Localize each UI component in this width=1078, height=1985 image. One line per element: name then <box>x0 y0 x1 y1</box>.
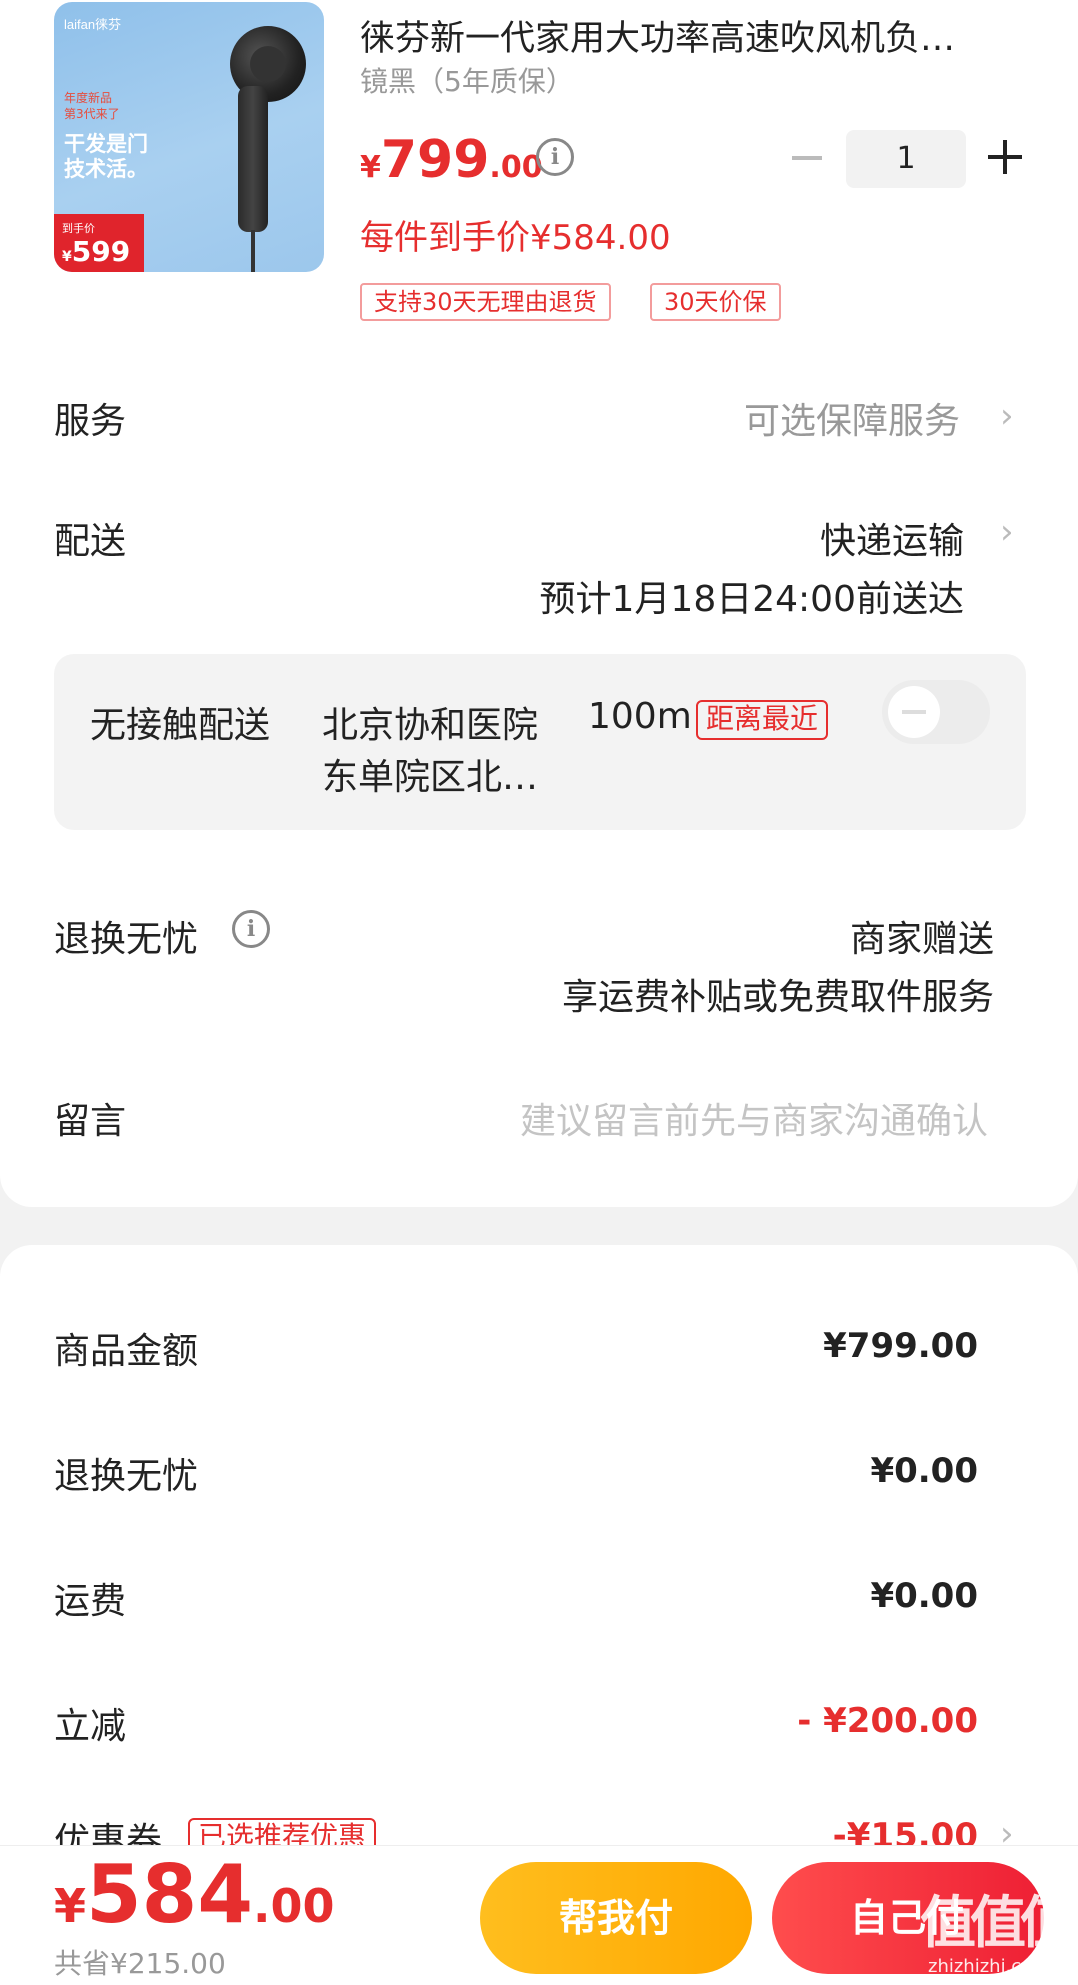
quantity-decrease-button[interactable] <box>792 156 822 160</box>
product-image[interactable]: laifan徕芬 年度新品 第3代来了 干发是门 技术活。 到手价 ¥599 <box>54 2 324 272</box>
summary-discount-value: - ¥200.00 <box>797 1701 978 1741</box>
image-line1: 年度新品 <box>64 91 113 105</box>
contactless-location-line2: 东单院区北… <box>322 757 539 798</box>
net-price: 每件到手价¥584.00 <box>360 218 671 258</box>
contactless-label: 无接触配送 <box>90 705 271 746</box>
summary-shipping-value: ¥0.00 <box>870 1576 978 1616</box>
help-pay-button[interactable]: 帮我付 <box>480 1862 752 1974</box>
summary-discount-label: 立减 <box>54 1706 127 1747</box>
contactless-toggle[interactable] <box>882 680 990 744</box>
image-slogan2: 技术活。 <box>64 157 148 181</box>
delivery-chevron-icon[interactable]: › <box>1000 512 1014 552</box>
price-protect-tag: 30天价保 <box>650 283 781 321</box>
quantity-input[interactable]: 1 <box>846 130 966 188</box>
image-slogan1: 干发是门 <box>64 132 148 156</box>
delivery-method[interactable]: 快递运输 <box>820 512 964 564</box>
delivery-label: 配送 <box>54 521 127 562</box>
summary-goods-label: 商品金额 <box>54 1331 199 1372</box>
service-label: 服务 <box>54 401 127 442</box>
image-line2: 第3代来了 <box>64 107 120 121</box>
price-info-icon[interactable]: i <box>536 138 574 176</box>
product-price: ¥799.00 <box>360 130 543 190</box>
summary-goods-value: ¥799.00 <box>823 1326 978 1366</box>
total-price: ¥584.00 <box>54 1848 335 1941</box>
message-input[interactable]: 建议留言前先与商家沟通确认 <box>520 1092 988 1144</box>
return-info-icon[interactable]: i <box>232 910 270 948</box>
contactless-location-line1: 北京协和医院 <box>322 705 539 746</box>
contactless-distance: 100m <box>588 696 692 737</box>
return-worry-free-value: 商家赠送 <box>849 919 994 960</box>
image-price-badge: 到手价 ¥599 <box>54 214 144 272</box>
total-saved: 共省¥215.00 <box>54 1947 226 1980</box>
return-worry-free-label: 退换无忧 <box>54 919 199 960</box>
product-title[interactable]: 徕芬新一代家用大功率高速吹风机负… <box>360 10 1025 61</box>
watermark-url: zhizhizhi.com <box>928 1956 1050 1977</box>
summary-return-label: 退换无忧 <box>54 1456 199 1497</box>
return-worry-free-desc: 享运费补贴或免费取件服务 <box>561 977 994 1018</box>
message-label: 留言 <box>54 1101 127 1142</box>
image-brand: laifan徕芬 <box>64 17 122 32</box>
service-value[interactable]: 可选保障服务 <box>744 392 960 444</box>
delivery-eta: 预计1月18日24:00前送达 <box>539 579 964 620</box>
product-spec[interactable]: 镜黑（5年质保） <box>360 60 574 100</box>
quantity-increase-button[interactable] <box>988 140 1022 174</box>
summary-return-value: ¥0.00 <box>870 1451 978 1491</box>
watermark-logo: 值值值 <box>920 1891 1076 1956</box>
return-policy-tag: 支持30天无理由退货 <box>360 283 611 321</box>
summary-shipping-label: 运费 <box>54 1581 127 1622</box>
service-chevron-icon[interactable]: › <box>1000 396 1014 436</box>
nearest-badge: 距离最近 <box>696 700 829 740</box>
